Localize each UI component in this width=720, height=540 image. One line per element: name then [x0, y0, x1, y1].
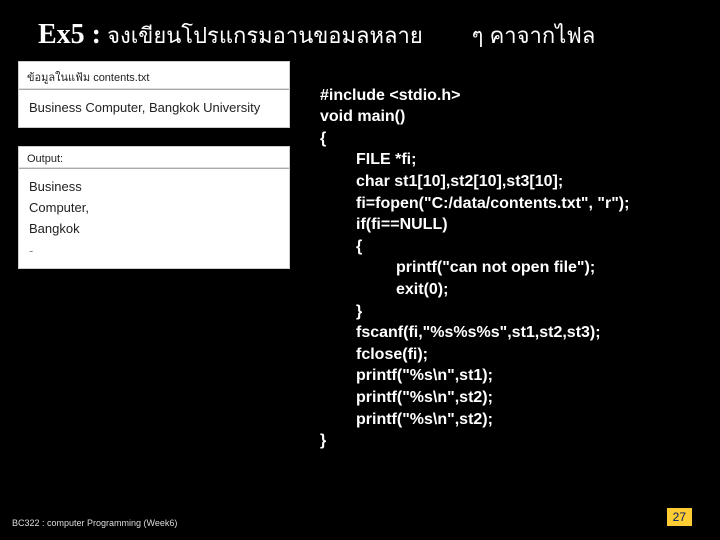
code-line: }	[320, 301, 720, 323]
file-contents-box: ข้อมูลในแฟ้ม contents.txt Business Compu…	[18, 61, 290, 128]
code-line: fi=fopen("C:/data/contents.txt", "r");	[320, 193, 720, 215]
title-text-left: จงเขียนโปรแกรมอานขอมลหลาย	[107, 23, 423, 48]
code-line: printf("%s\n",st2);	[320, 387, 720, 409]
code-line: #include <stdio.h>	[320, 87, 460, 104]
code-line: printf("can not open file");	[320, 257, 720, 279]
code-block: #include <stdio.h> void main() { FILE *f…	[290, 61, 720, 473]
code-line: {	[320, 130, 326, 147]
slide-title: Ex5 : จงเขียนโปรแกรมอานขอมลหลาย ๆ คาจากไ…	[0, 0, 720, 61]
page-number: 27	[667, 508, 692, 526]
code-line: {	[320, 236, 720, 258]
title-text-right: ๆ คาจากไฟล	[472, 23, 596, 48]
code-line: if(fi==NULL)	[320, 214, 720, 236]
output-label: Output:	[19, 147, 289, 168]
code-line: printf("%s\n",st2);	[320, 409, 720, 431]
output-line: Computer,	[29, 198, 279, 219]
output-box: Output: Business Computer, Bangkok -	[18, 146, 290, 269]
output-line: Bangkok	[29, 219, 279, 240]
code-line: void main()	[320, 108, 405, 125]
file-content: Business Computer, Bangkok University	[19, 89, 289, 127]
code-line: exit(0);	[320, 279, 720, 301]
footer-text: BC322 : computer Programming (Week6)	[12, 518, 177, 528]
left-column: ข้อมูลในแฟ้ม contents.txt Business Compu…	[18, 61, 290, 287]
code-line: }	[320, 432, 326, 449]
exercise-label: Ex5 :	[38, 19, 101, 50]
code-line: printf("%s\n",st1);	[320, 365, 720, 387]
code-line: fscanf(fi,"%s%s%s",st1,st2,st3);	[320, 322, 720, 344]
output-caret: -	[29, 239, 279, 262]
output-line: Business	[29, 177, 279, 198]
code-line: FILE *fi;	[320, 149, 720, 171]
file-label: ข้อมูลในแฟ้ม contents.txt	[19, 62, 289, 89]
code-line: char st1[10],st2[10],st3[10];	[320, 171, 720, 193]
code-line: fclose(fi);	[320, 344, 720, 366]
